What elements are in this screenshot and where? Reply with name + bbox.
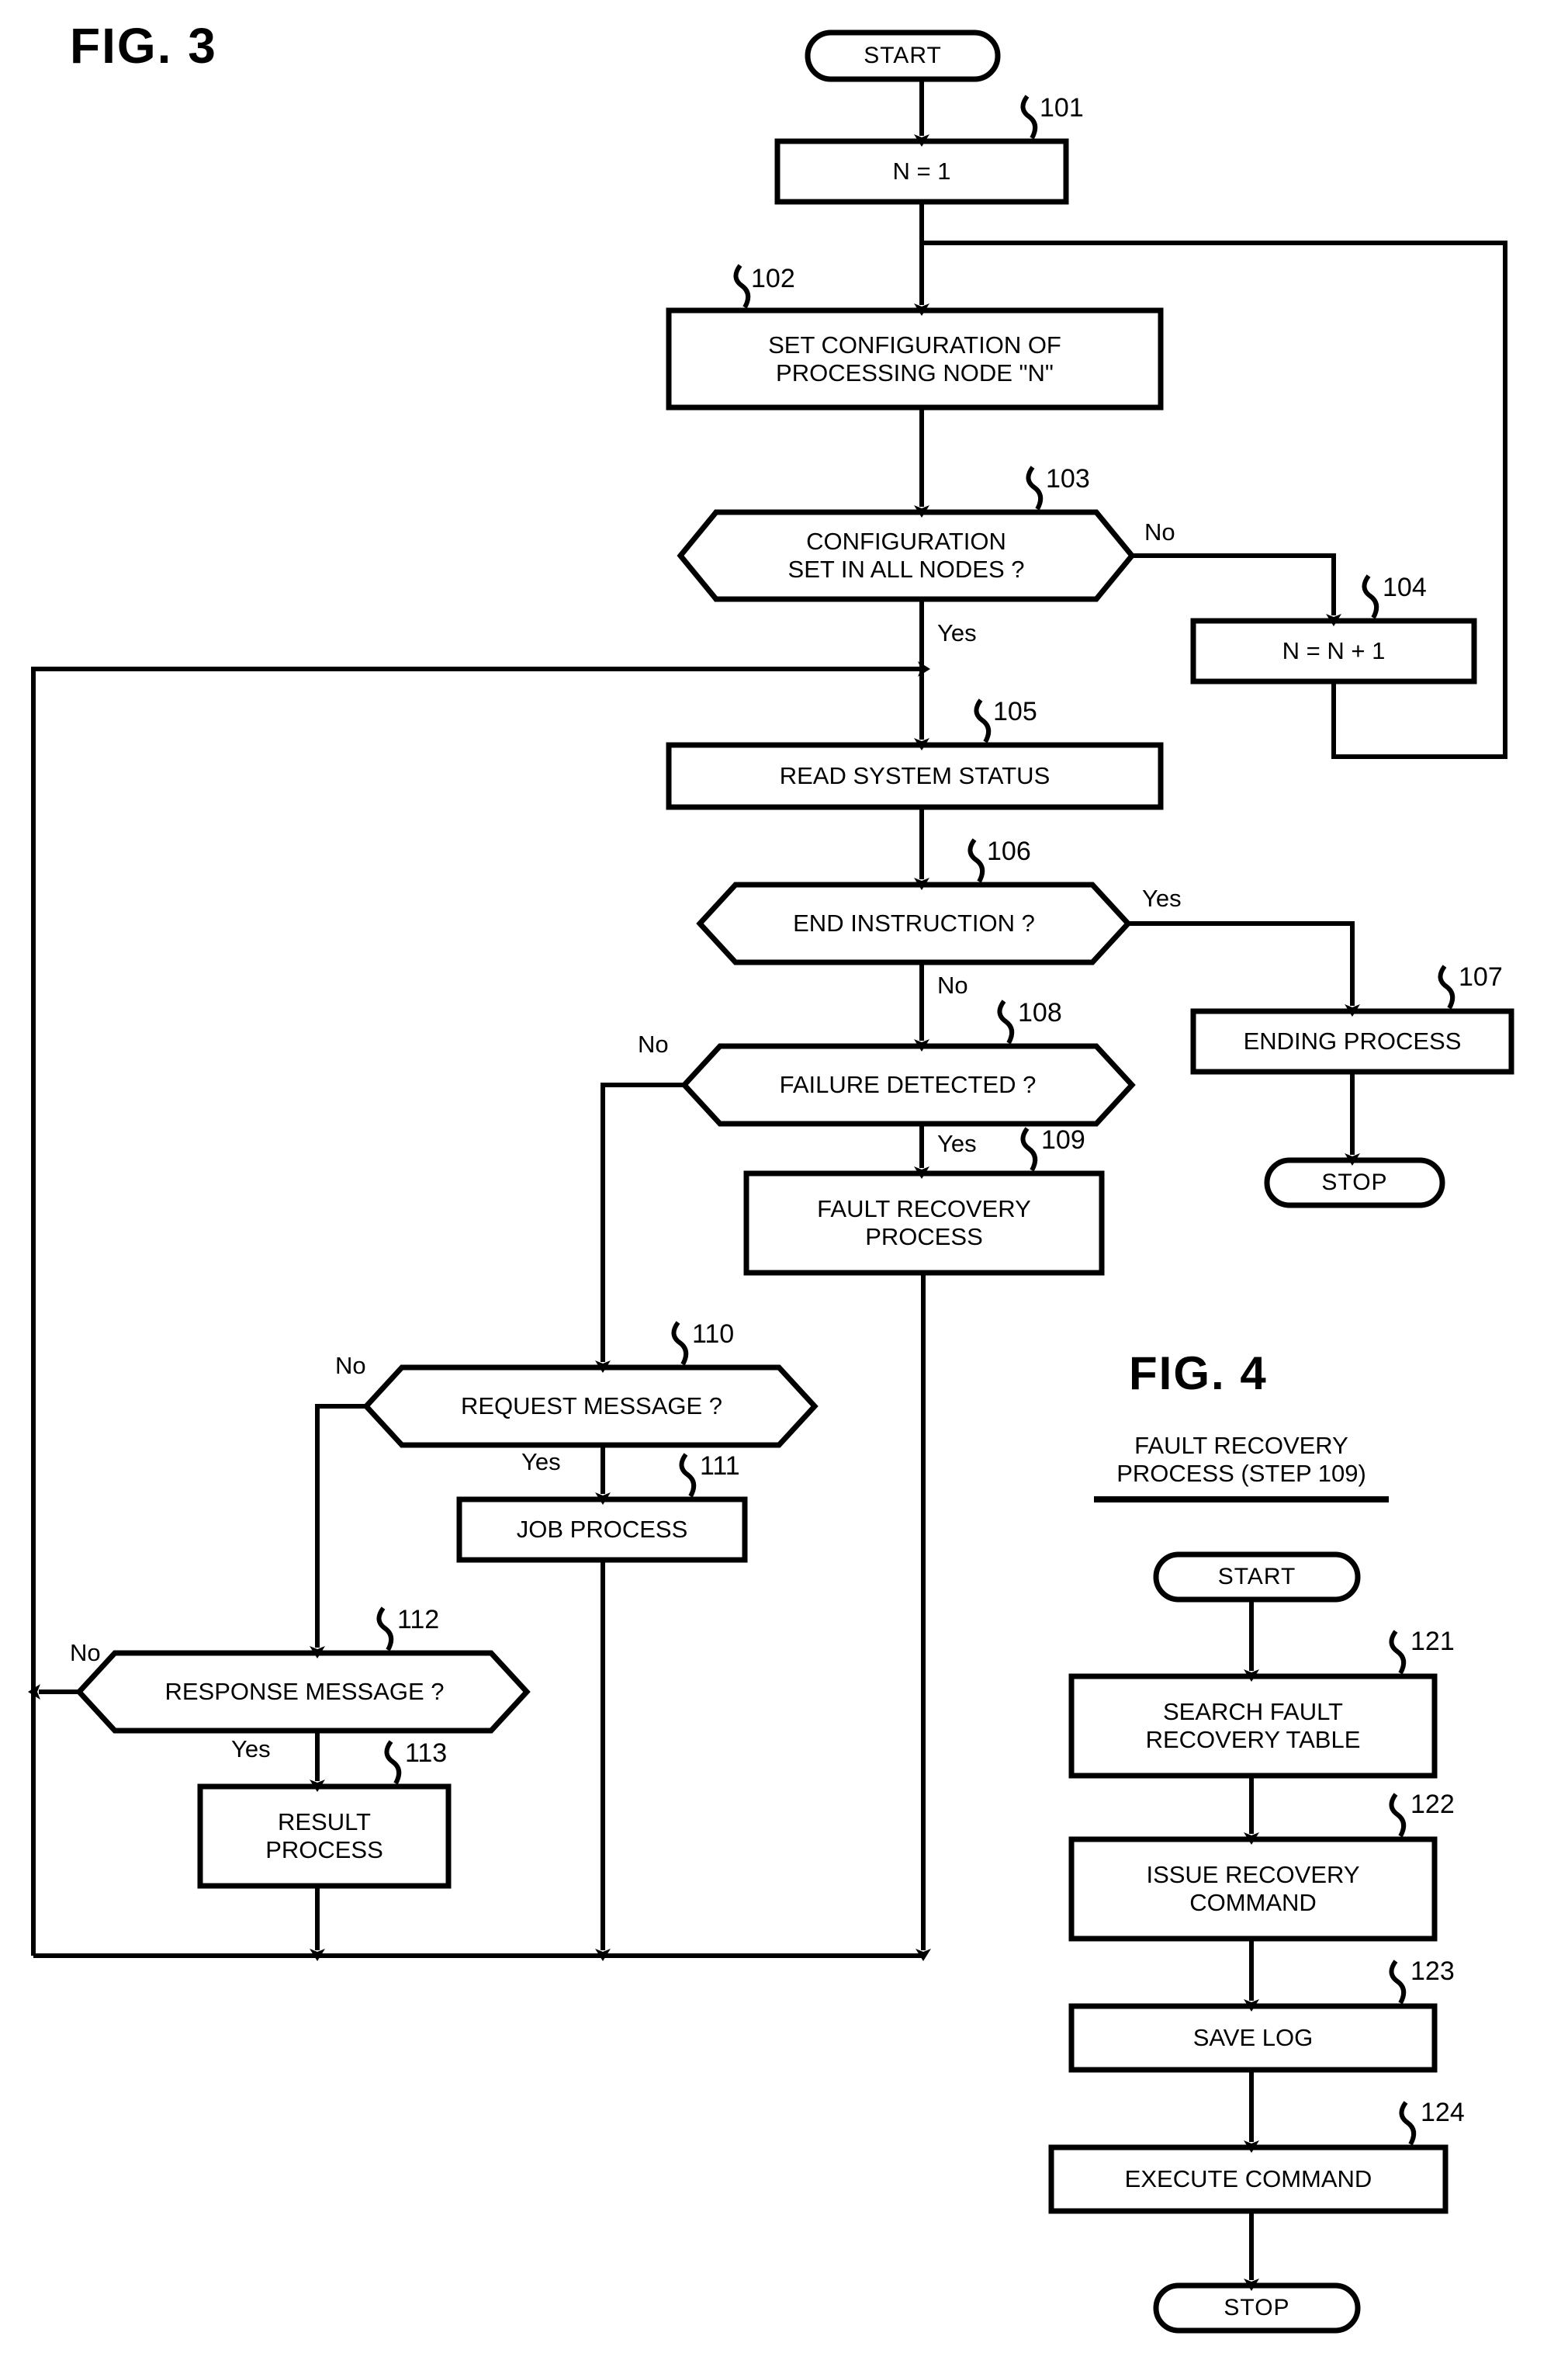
leader-104 xyxy=(1362,574,1379,619)
fig3-box-107 xyxy=(1190,1008,1514,1075)
ref-105: 105 xyxy=(993,697,1037,726)
branch-106-yes: Yes xyxy=(1142,885,1182,912)
ref-103: 103 xyxy=(1046,464,1090,494)
fig3-hex-106 xyxy=(696,882,1132,965)
fig3-hex-108 xyxy=(680,1043,1136,1127)
fig3-hex-112 xyxy=(75,1650,531,1734)
leader-102 xyxy=(733,264,751,309)
fig3-title: FIG. 3 xyxy=(70,18,217,74)
fig3-box-109 xyxy=(743,1170,1105,1276)
ref-108: 108 xyxy=(1018,998,1062,1028)
leader-123 xyxy=(1389,1960,1407,2005)
edge-103-no xyxy=(1132,553,1341,626)
ref-109: 109 xyxy=(1041,1125,1085,1155)
leader-109 xyxy=(1020,1127,1038,1172)
edge-left-return-loop xyxy=(31,661,930,1956)
leader-101 xyxy=(1020,95,1038,140)
fig3-hex-103-shape xyxy=(677,509,1136,602)
fig4-subtitle: FAULT RECOVERY PROCESS (STEP 109) xyxy=(1116,1432,1366,1487)
fig3-box-102 xyxy=(666,307,1164,411)
fig4-stop-terminator xyxy=(1153,2282,1361,2334)
branch-112-yes: Yes xyxy=(231,1735,271,1762)
branch-108-no: No xyxy=(638,1031,669,1058)
branch-110-no: No xyxy=(335,1352,366,1379)
fig3-box-104 xyxy=(1190,618,1477,684)
leader-107 xyxy=(1438,965,1456,1010)
leader-108 xyxy=(997,1000,1015,1045)
branch-108-yes: Yes xyxy=(937,1130,977,1157)
leader-111 xyxy=(679,1453,697,1498)
edge-108-no xyxy=(595,1083,684,1373)
patent-figure-page: FIG. 3 FIG. 4 FAULT RECOVERY PROCESS (ST… xyxy=(0,0,1568,2374)
leader-106 xyxy=(967,838,985,883)
branch-106-no: No xyxy=(937,972,968,999)
leader-105 xyxy=(974,698,992,743)
leader-113 xyxy=(384,1740,402,1785)
ref-102: 102 xyxy=(751,264,795,293)
ref-101: 101 xyxy=(1040,93,1084,123)
leader-121 xyxy=(1389,1630,1407,1675)
ref-122: 122 xyxy=(1411,1790,1455,1819)
edge-110-no xyxy=(310,1404,366,1658)
fig3-box-101 xyxy=(774,138,1069,205)
fig4-title: FIG. 4 xyxy=(1129,1347,1268,1399)
ref-123: 123 xyxy=(1411,1956,1455,1986)
ref-112: 112 xyxy=(397,1605,440,1634)
ref-113: 113 xyxy=(405,1738,448,1768)
branch-103-no: No xyxy=(1144,518,1175,546)
branch-112-no: No xyxy=(70,1639,101,1666)
fig3-box-105 xyxy=(666,742,1164,810)
fig3-start-terminator xyxy=(805,29,1001,82)
fig4-box-121 xyxy=(1068,1673,1438,1779)
ref-104: 104 xyxy=(1383,573,1427,602)
ref-121: 121 xyxy=(1411,1627,1455,1656)
fig4-start-terminator xyxy=(1153,1551,1361,1603)
edge-106-yes xyxy=(1128,921,1360,1017)
fig4-box-123 xyxy=(1068,2003,1438,2073)
leader-122 xyxy=(1389,1793,1407,1838)
ref-110: 110 xyxy=(692,1319,735,1349)
fig3-stop-terminator xyxy=(1264,1157,1445,1208)
leader-110 xyxy=(671,1321,689,1366)
branch-110-yes: Yes xyxy=(521,1448,561,1475)
leader-112 xyxy=(376,1606,394,1651)
ref-111: 111 xyxy=(700,1451,740,1481)
fig3-box-113 xyxy=(197,1783,452,1889)
ref-124: 124 xyxy=(1421,2098,1465,2127)
fig3-box-111 xyxy=(456,1496,748,1563)
leader-124 xyxy=(1399,2101,1417,2146)
ref-106: 106 xyxy=(987,837,1031,866)
fig3-hex-110 xyxy=(362,1364,819,1448)
fig4-box-124 xyxy=(1048,2144,1449,2214)
branch-103-yes: Yes xyxy=(937,619,977,646)
fig4-box-122 xyxy=(1068,1836,1438,1942)
ref-107: 107 xyxy=(1459,962,1503,992)
leader-103 xyxy=(1026,466,1044,511)
flowchart-canvas xyxy=(28,29,1514,2334)
